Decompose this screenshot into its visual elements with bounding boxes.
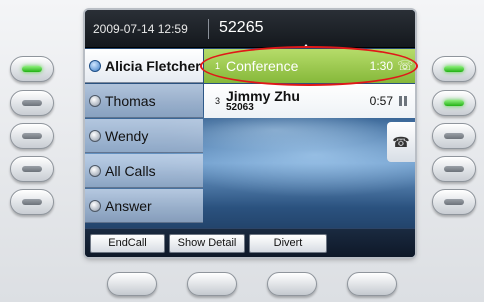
endcall-softkey[interactable]: EndCall bbox=[90, 234, 165, 253]
line-item-thomas[interactable]: Thomas bbox=[85, 84, 203, 118]
line-led bbox=[22, 166, 42, 172]
hw-softkey-2[interactable] bbox=[187, 272, 237, 296]
show-detail-softkey[interactable]: Show Detail bbox=[169, 234, 245, 253]
line-led-active bbox=[22, 66, 42, 72]
primary-extension: 52265 bbox=[219, 19, 264, 36]
session-led bbox=[444, 199, 464, 205]
left-line-key-1[interactable] bbox=[10, 56, 54, 82]
highlight-ring bbox=[200, 46, 418, 86]
phone-screen: 2009-07-14 12:59 52265 Alicia Fletcher T… bbox=[85, 10, 415, 257]
line-item-answer[interactable]: Answer bbox=[85, 189, 203, 223]
line-label: Thomas bbox=[105, 92, 156, 109]
hw-softkey-3[interactable] bbox=[267, 272, 317, 296]
line-label: Alicia Fletcher bbox=[105, 57, 201, 74]
session-led bbox=[444, 166, 464, 172]
handset-icon[interactable]: ☎ bbox=[387, 122, 415, 162]
line-item-all-calls[interactable]: All Calls bbox=[85, 154, 203, 188]
header-divider bbox=[208, 19, 209, 39]
call-index: 3 bbox=[214, 96, 220, 106]
left-line-key-4[interactable] bbox=[10, 156, 54, 182]
status-header: 2009-07-14 12:59 52265 bbox=[85, 10, 415, 48]
left-line-key-3[interactable] bbox=[10, 123, 54, 149]
left-line-key-5[interactable] bbox=[10, 189, 54, 215]
line-label: Answer bbox=[105, 197, 152, 214]
session-led bbox=[444, 133, 464, 139]
right-session-key-3[interactable] bbox=[432, 123, 476, 149]
ip-phone: 2009-07-14 12:59 52265 Alicia Fletcher T… bbox=[0, 0, 484, 302]
hold-icon bbox=[397, 95, 409, 107]
divert-softkey[interactable]: Divert bbox=[249, 234, 327, 253]
left-line-key-2[interactable] bbox=[10, 90, 54, 116]
line-item-alicia-fletcher[interactable]: Alicia Fletcher bbox=[85, 49, 203, 83]
right-session-key-4[interactable] bbox=[432, 156, 476, 182]
hw-softkey-4[interactable] bbox=[347, 272, 397, 296]
date-time: 2009-07-14 12:59 bbox=[93, 22, 188, 36]
call-duration: 0:57 bbox=[369, 94, 393, 108]
call-name: Jimmy Zhu 52063 bbox=[226, 89, 370, 113]
right-session-key-1[interactable] bbox=[432, 56, 476, 82]
line-led bbox=[22, 133, 42, 139]
line-item-wendy[interactable]: Wendy bbox=[85, 119, 203, 153]
phone-line-icon bbox=[89, 59, 101, 72]
right-session-key-5[interactable] bbox=[432, 189, 476, 215]
hw-softkey-1[interactable] bbox=[107, 272, 157, 296]
call-session-held[interactable]: 3 Jimmy Zhu 52063 0:57 bbox=[204, 84, 415, 118]
all-calls-icon bbox=[89, 164, 101, 177]
line-led bbox=[22, 199, 42, 205]
session-led-active bbox=[444, 100, 464, 106]
softkey-bar: EndCall Show Detail Divert bbox=[85, 228, 415, 257]
answer-icon bbox=[89, 199, 101, 212]
phone-line-icon bbox=[89, 129, 101, 142]
caller-number: 52063 bbox=[226, 101, 254, 113]
right-session-key-2[interactable] bbox=[432, 90, 476, 116]
line-label: All Calls bbox=[105, 162, 156, 179]
session-led-active bbox=[444, 66, 464, 72]
line-label: Wendy bbox=[105, 127, 149, 144]
line-led bbox=[22, 100, 42, 106]
line-list: Alicia Fletcher Thomas Wendy All Calls A… bbox=[85, 49, 203, 223]
phone-line-icon bbox=[89, 94, 101, 107]
